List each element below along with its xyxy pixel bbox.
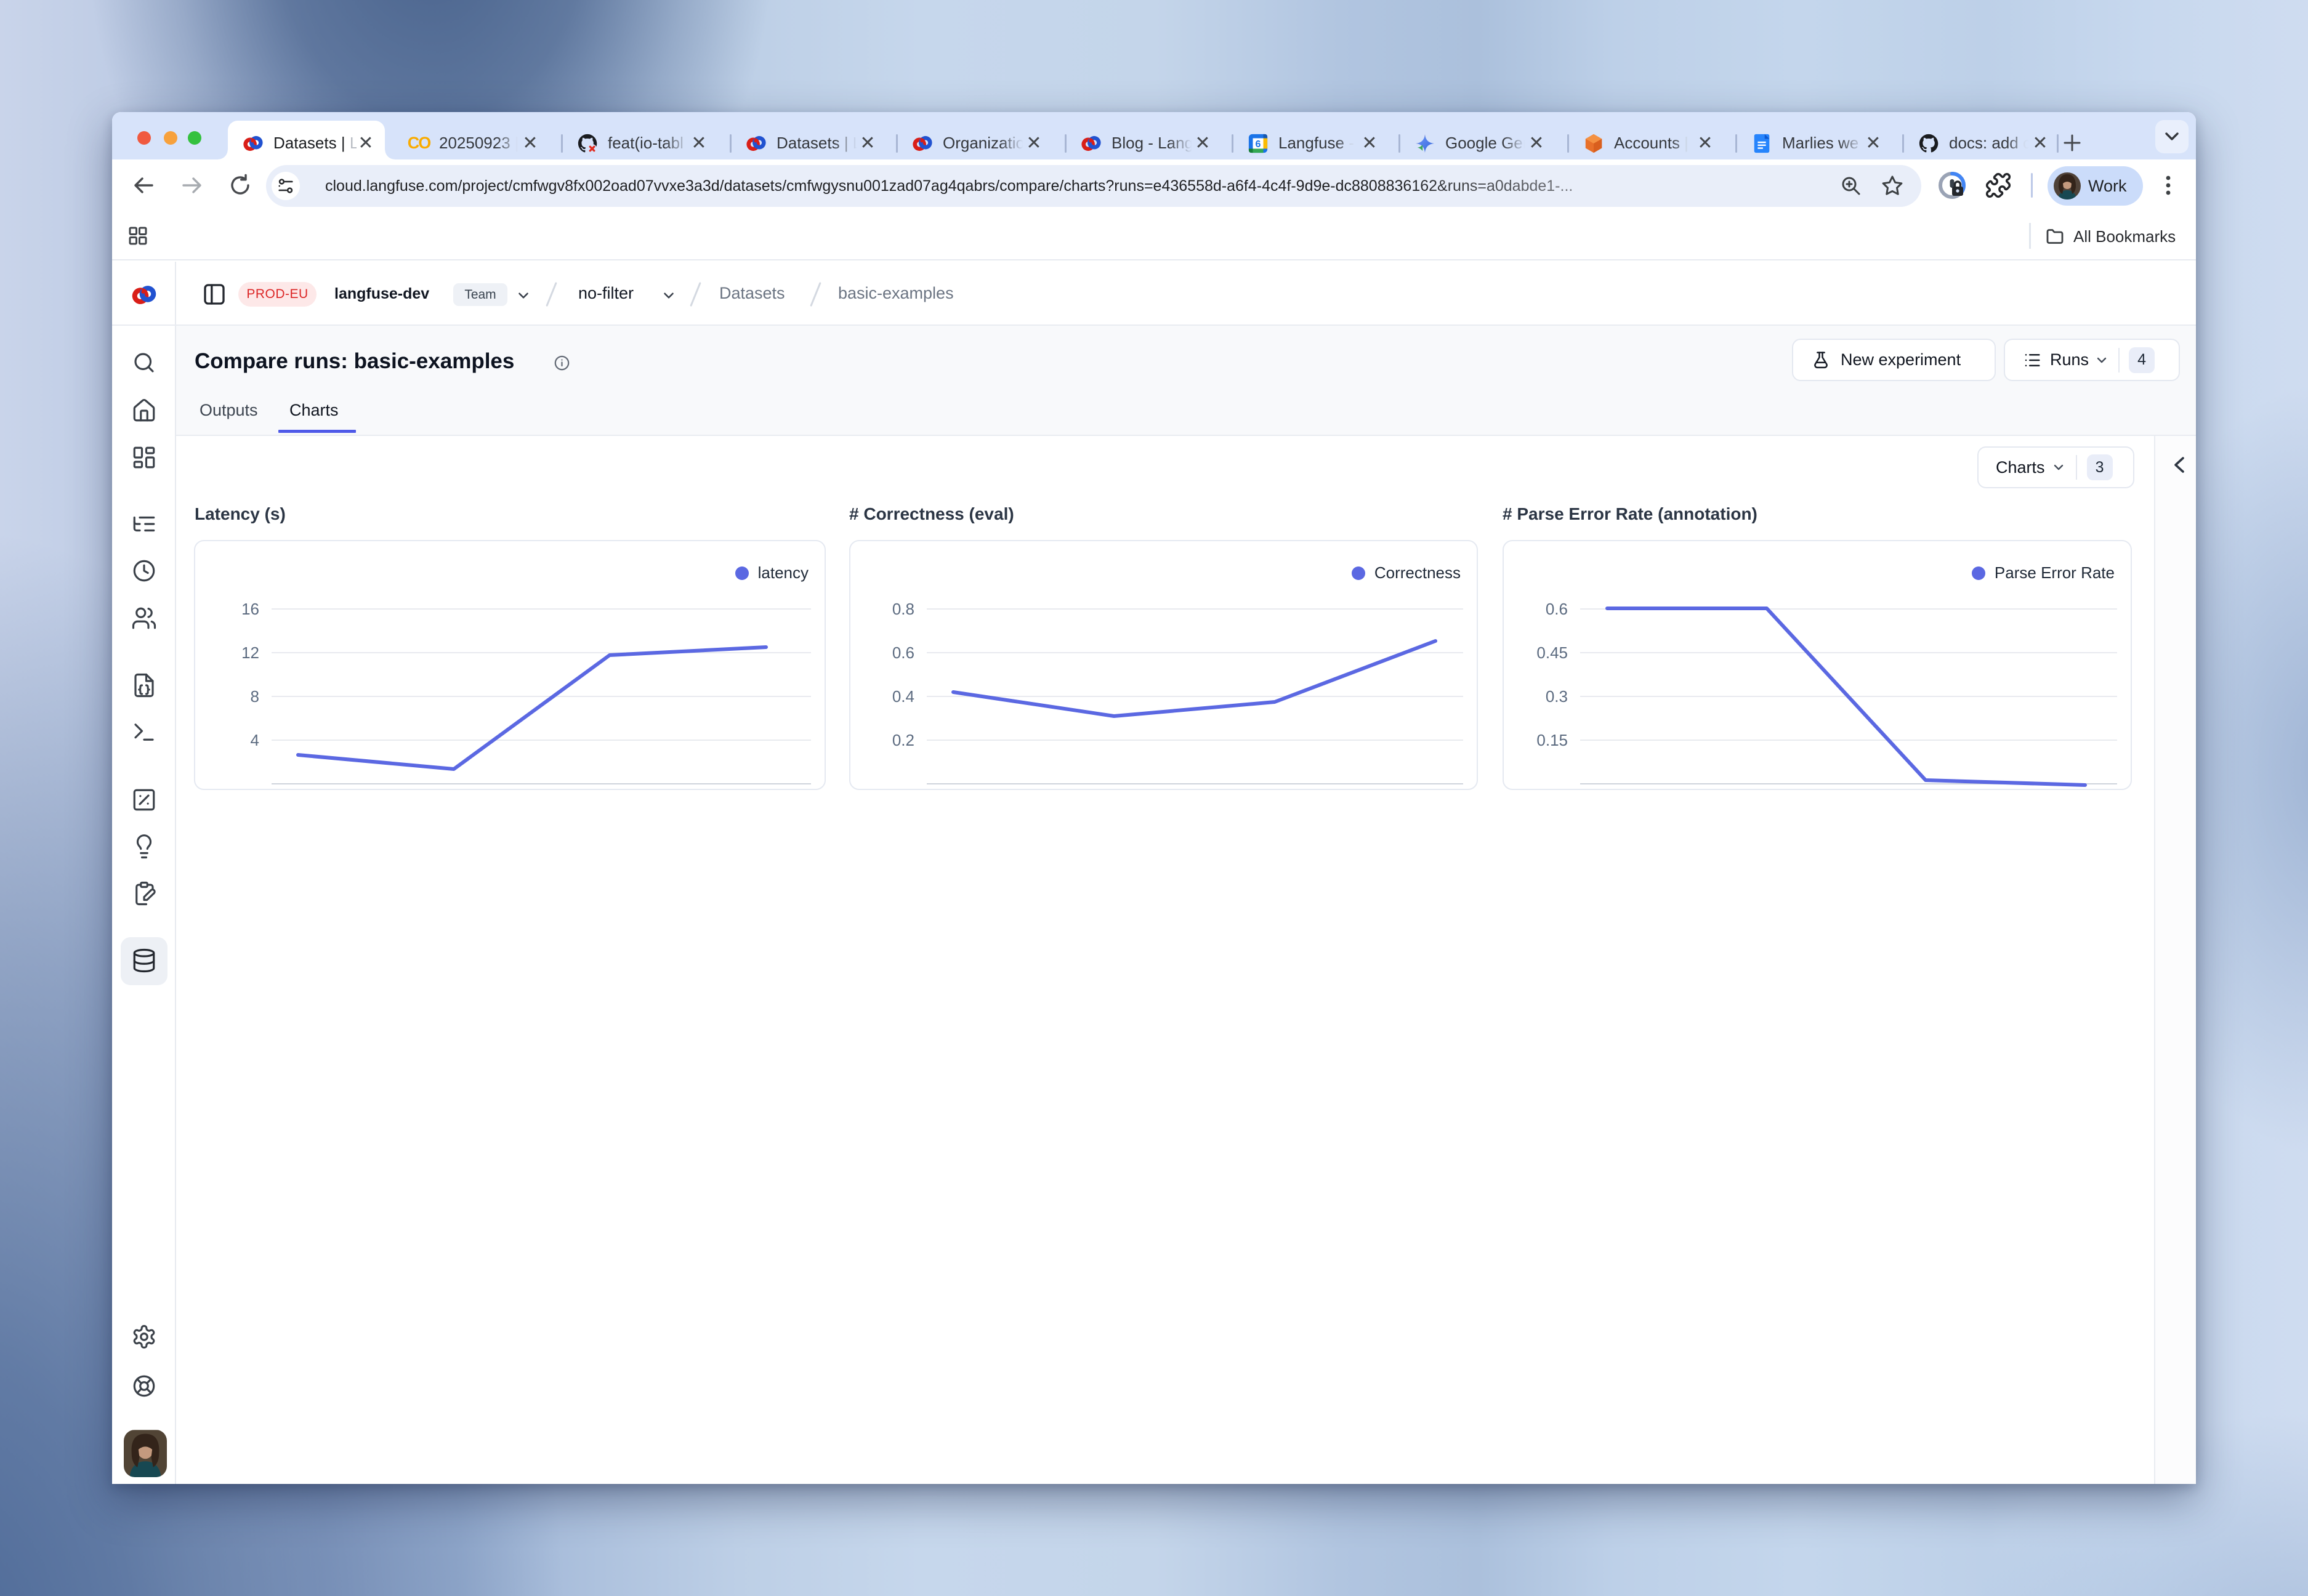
svg-text:8: 8 xyxy=(251,687,259,706)
svg-text:0.2: 0.2 xyxy=(892,731,914,749)
svg-text:0.4: 0.4 xyxy=(892,687,914,706)
svg-text:0.15: 0.15 xyxy=(1536,731,1568,749)
svg-text:0.6: 0.6 xyxy=(1546,600,1568,618)
svg-text:0.6: 0.6 xyxy=(892,643,914,662)
svg-text:16: 16 xyxy=(241,600,259,618)
svg-text:0.3: 0.3 xyxy=(1546,687,1568,706)
svg-text:6: 6 xyxy=(1256,139,1261,150)
svg-text:12: 12 xyxy=(241,643,259,662)
svg-text:0.45: 0.45 xyxy=(1536,643,1568,662)
svg-text:4: 4 xyxy=(251,731,259,749)
svg-text:0.8: 0.8 xyxy=(892,600,914,618)
